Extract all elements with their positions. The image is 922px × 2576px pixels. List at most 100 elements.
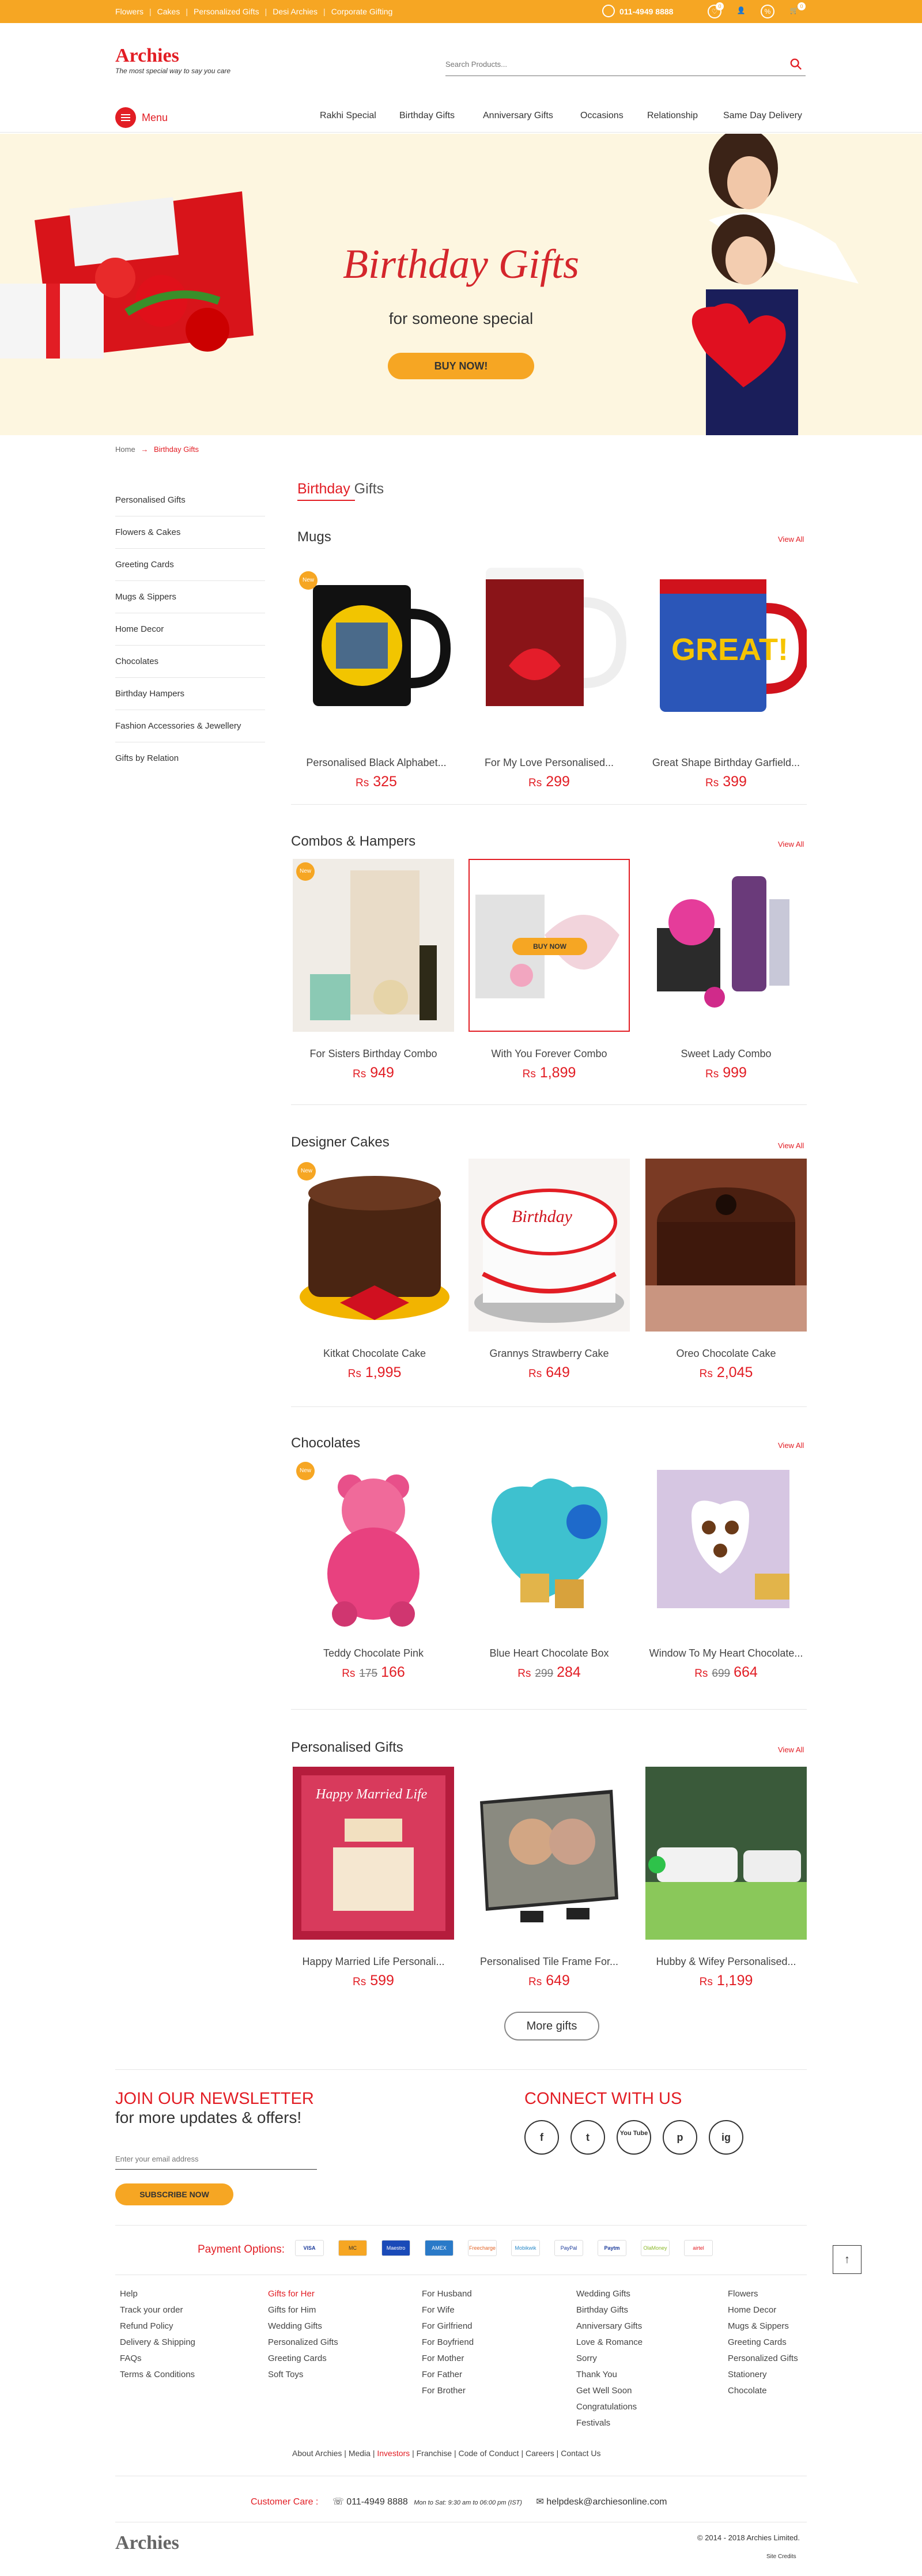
user-icon[interactable]: 👤 [734,5,748,18]
logo[interactable]: Archies The most special way to say you … [115,45,231,75]
nav-same-day[interactable]: Same Day Delivery [723,111,802,121]
subscribe-button[interactable]: SUBSCRIBE NOW [115,2183,233,2205]
product-name[interactable]: Oreo Chocolate Cake [645,1348,807,1360]
more-gifts-button[interactable]: More gifts [504,2012,599,2041]
buy-now-overlay-button[interactable]: BUY NOW [512,938,587,955]
footer-link[interactable]: For Brother [422,2383,474,2399]
product-image[interactable] [645,1767,807,1940]
footer-link[interactable]: Love & Romance [576,2334,643,2351]
footer-link[interactable]: Help [120,2286,195,2302]
product-image[interactable] [645,1458,807,1631]
link-investors[interactable]: Investors [377,2449,410,2458]
product-image[interactable]: BUY NOW [468,859,630,1032]
link-franchise[interactable]: Franchise [417,2449,452,2458]
product-card[interactable]: GREAT! Great Shape Birthday Garfield... … [645,568,807,790]
product-image[interactable]: Happy Married Life [293,1767,454,1940]
product-name[interactable]: Personalised Tile Frame For... [468,1956,630,1968]
top-link-corporate[interactable]: Corporate Gifting [331,7,393,16]
product-image[interactable] [468,1458,630,1631]
footer-link[interactable]: Sorry [576,2351,643,2367]
product-card[interactable]: Blue Heart Chocolate Box Rs 299 284 [468,1458,630,1681]
product-name[interactable]: With You Forever Combo [468,1048,630,1060]
footer-link[interactable]: Thank You [576,2367,643,2383]
footer-link[interactable]: For Mother [422,2351,474,2367]
footer-link[interactable]: Greeting Cards [728,2334,798,2351]
footer-link[interactable]: Birthday Gifts [576,2302,643,2318]
product-name[interactable]: For My Love Personalised... [468,757,630,769]
nav-relationship[interactable]: Relationship [647,111,698,121]
product-image[interactable]: New [294,1159,455,1332]
product-card[interactable]: Birthday Grannys Strawberry Cake Rs 649 [468,1159,630,1381]
care-phone[interactable]: 011-4949 8888 [346,2497,407,2507]
view-all-chocolates[interactable]: View All [778,1441,804,1450]
sidebar-item-fashion[interactable]: Fashion Accessories & Jewellery [115,710,265,742]
footer-link[interactable]: Terms & Conditions [120,2367,195,2383]
footer-link[interactable]: Personalized Gifts [268,2334,338,2351]
product-card[interactable]: Sweet Lady Combo Rs 999 [645,859,807,1081]
product-image[interactable] [468,568,630,741]
product-card[interactable]: New Kitkat Chocolate Cake Rs 1,995 [294,1159,455,1381]
nav-birthday[interactable]: Birthday Gifts [399,111,455,121]
product-image[interactable]: GREAT! [645,568,807,741]
product-card[interactable]: New Teddy Chocolate Pink Rs 175 166 [293,1458,454,1681]
footer-link[interactable]: For Husband [422,2286,474,2302]
newsletter-email-input[interactable] [115,2149,317,2170]
sidebar-item-greeting-cards[interactable]: Greeting Cards [115,549,265,581]
hero-banner[interactable]: Birthday Gifts for someone special BUY N… [0,134,922,435]
product-card[interactable]: For My Love Personalised... Rs 299 [468,568,630,790]
sidebar-item-hampers[interactable]: Birthday Hampers [115,678,265,710]
footer-link[interactable]: Track your order [120,2302,195,2318]
footer-link[interactable]: Congratulations [576,2399,643,2415]
footer-link[interactable]: Delivery & Shipping [120,2334,195,2351]
product-name[interactable]: Blue Heart Chocolate Box [468,1647,630,1659]
link-about[interactable]: About Archies [292,2449,342,2458]
link-code-of-conduct[interactable]: Code of Conduct [459,2449,519,2458]
footer-link[interactable]: FAQs [120,2351,195,2367]
top-link-cakes[interactable]: Cakes [157,7,180,16]
sidebar-item-flowers-cakes[interactable]: Flowers & Cakes [115,516,265,549]
instagram-icon[interactable]: ig [709,2120,743,2155]
view-all-mugs[interactable]: View All [778,535,804,544]
product-card[interactable]: New For Sisters Birthday Combo Rs 949 [293,859,454,1081]
sidebar-item-home-decor[interactable]: Home Decor [115,613,265,646]
product-image[interactable]: Birthday [468,1159,630,1332]
product-name[interactable]: Teddy Chocolate Pink [293,1647,454,1659]
sidebar-item-mugs[interactable]: Mugs & Sippers [115,581,265,613]
site-credits-link[interactable]: Site Credits [766,2554,796,2560]
view-all-cakes[interactable]: View All [778,1141,804,1150]
footer-link[interactable]: Greeting Cards [268,2351,338,2367]
nav-anniversary[interactable]: Anniversary Gifts [483,111,553,121]
footer-link[interactable]: Wedding Gifts [268,2318,338,2334]
product-card[interactable]: Window To My Heart Chocolate... Rs 699 66… [645,1458,807,1681]
footer-logo[interactable]: Archies [115,2532,179,2554]
product-card[interactable]: BUY NOW With You Forever Combo Rs 1,899 [468,859,630,1081]
footer-link[interactable]: For Girlfriend [422,2318,474,2334]
sidebar-item-chocolates[interactable]: Chocolates [115,646,265,678]
product-name[interactable]: Great Shape Birthday Garfield... [645,757,807,769]
top-link-personalized[interactable]: Personalized Gifts [194,7,259,16]
product-name[interactable]: For Sisters Birthday Combo [293,1048,454,1060]
footer-link[interactable]: Soft Toys [268,2367,338,2383]
menu-button[interactable]: Menu [115,107,168,128]
footer-link[interactable]: Flowers [728,2286,798,2302]
hero-buy-now-button[interactable]: BUY NOW! [388,353,534,379]
footer-link[interactable]: For Boyfriend [422,2334,474,2351]
footer-link[interactable]: Home Decor [728,2302,798,2318]
link-careers[interactable]: Careers [526,2449,554,2458]
product-name[interactable]: Window To My Heart Chocolate... [645,1647,807,1659]
link-media[interactable]: Media [349,2449,371,2458]
product-name[interactable]: Kitkat Chocolate Cake [294,1348,455,1360]
scroll-to-top-button[interactable]: ↑ [833,2245,861,2274]
footer-link[interactable]: For Wife [422,2302,474,2318]
care-email[interactable]: helpdesk@archiesonline.com [546,2497,667,2507]
view-all-personalised[interactable]: View All [778,1745,804,1754]
product-card[interactable]: New Personalised Black Alphabet... Rs 32… [296,568,457,790]
breadcrumb-home[interactable]: Home [115,445,135,454]
sidebar-item-personalised[interactable]: Personalised Gifts [115,484,265,516]
product-card[interactable]: Oreo Chocolate Cake Rs 2,045 [645,1159,807,1381]
footer-link[interactable]: Get Well Soon [576,2383,643,2399]
footer-link[interactable]: Mugs & Sippers [728,2318,798,2334]
top-link-desi[interactable]: Desi Archies [273,7,318,16]
sidebar-item-relation[interactable]: Gifts by Relation [115,742,265,775]
footer-link[interactable]: Chocolate [728,2383,798,2399]
